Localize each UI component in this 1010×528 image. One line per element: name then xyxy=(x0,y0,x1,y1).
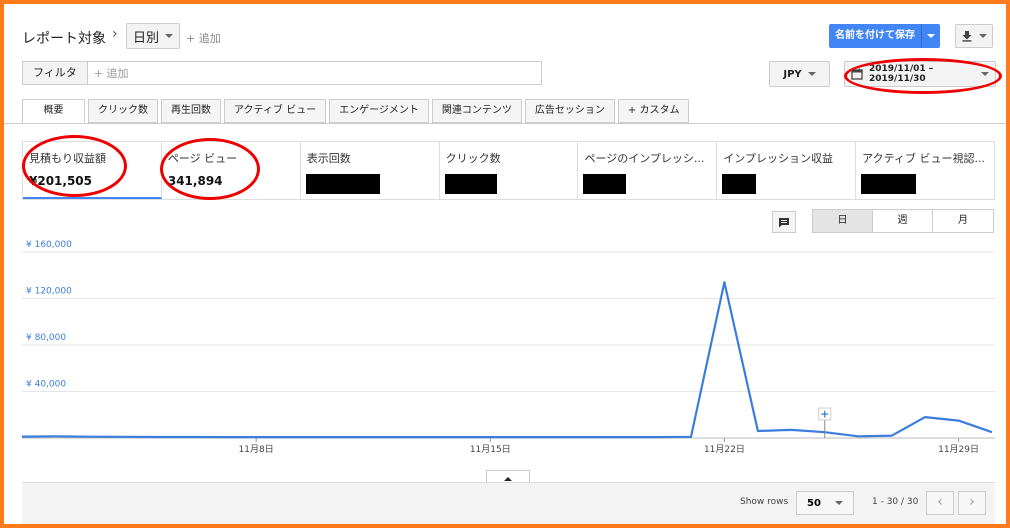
earnings-line-chart[interactable]: ¥ 40,000 ¥ 80,000 ¥ 120,000 ¥ 160,000 11月8日 1… xyxy=(22,240,995,462)
save-options-button[interactable] xyxy=(922,24,940,48)
granularity-week-button[interactable]: 週 xyxy=(873,210,933,232)
redaction-bar xyxy=(583,174,627,194)
y-tick-label: ¥ 160,000 xyxy=(26,240,72,250)
metric-title: インプレッション収益 xyxy=(723,152,833,165)
granularity-toggle: 日 週 月 xyxy=(812,209,994,233)
collapse-chart-button[interactable] xyxy=(486,470,530,482)
breadcrumb-chevron-icon: › xyxy=(112,26,118,42)
redaction-bar xyxy=(722,174,757,194)
annotation-circle-date xyxy=(844,58,1002,94)
chevron-down-icon xyxy=(979,34,987,38)
tabs-divider xyxy=(4,123,1006,124)
annotation-circle-pageviews xyxy=(160,138,260,200)
tab-overview[interactable]: 概要 xyxy=(22,99,85,123)
tab-matched-content[interactable]: 関連コンテンツ xyxy=(431,99,522,123)
pagination-range: 1 - 30 / 30 xyxy=(872,497,919,507)
y-tick-label: ¥ 120,000 xyxy=(26,287,72,297)
chevron-down-icon xyxy=(927,34,935,38)
filter-label: フィルタ xyxy=(23,62,88,84)
chevron-right-icon: › xyxy=(969,494,975,510)
prev-page-button[interactable]: ‹ xyxy=(926,491,954,515)
comment-icon xyxy=(779,217,789,227)
x-tick-label: 11月22日 xyxy=(704,444,745,455)
redaction-bar xyxy=(861,174,917,194)
redaction-bar xyxy=(444,174,497,194)
grouping-dropdown[interactable]: 日別 xyxy=(126,23,181,49)
tab-ad-sessions[interactable]: 広告セッション xyxy=(524,99,615,123)
show-rows-label: Show rows xyxy=(740,497,789,507)
rows-per-page-select[interactable]: 50 xyxy=(796,491,854,515)
metric-card-active-view[interactable]: アクティブ ビュー視認... xyxy=(856,142,994,199)
chevron-down-icon xyxy=(807,72,816,76)
y-tick-label: ¥ 40,000 xyxy=(26,380,66,390)
tab-engagement[interactable]: エンゲージメント xyxy=(329,99,429,123)
x-tick-label: 11月29日 xyxy=(938,444,979,455)
save-as-button[interactable]: 名前を付けて保存 xyxy=(829,24,922,48)
metric-card-impressions[interactable]: 表示回数 xyxy=(301,142,440,199)
filter-input[interactable]: + 追加 xyxy=(88,65,129,81)
add-dimension-link[interactable]: + 追加 xyxy=(186,30,221,46)
add-annotation-icon: + xyxy=(820,408,829,421)
save-as-button-group: 名前を付けて保存 xyxy=(829,24,940,48)
chevron-left-icon: ‹ xyxy=(937,494,943,510)
x-tick-label: 11月15日 xyxy=(470,444,511,455)
tab-active-view[interactable]: アクティブ ビュー xyxy=(224,99,327,123)
currency-value: JPY xyxy=(783,68,802,80)
chevron-down-icon xyxy=(165,34,174,38)
tab-custom[interactable]: + カスタム xyxy=(617,99,690,123)
granularity-day-button[interactable]: 日 xyxy=(813,210,873,232)
granularity-month-button[interactable]: 月 xyxy=(933,210,993,232)
metric-card-clicks[interactable]: クリック数 xyxy=(440,142,579,199)
report-tabs: 概要 クリック数 再生回数 アクティブ ビュー エンゲージメント 関連コンテンツ… xyxy=(22,99,690,123)
series-line xyxy=(22,281,993,439)
metric-card-page-impressions[interactable]: ページのインプレッシ... xyxy=(578,142,718,199)
currency-dropdown[interactable]: JPY xyxy=(769,61,830,87)
download-icon xyxy=(962,31,972,42)
tab-clicks[interactable]: クリック数 xyxy=(88,99,158,123)
tab-views[interactable]: 再生回数 xyxy=(161,99,221,123)
next-page-button[interactable]: › xyxy=(958,491,986,515)
metric-title: クリック数 xyxy=(445,152,501,165)
report-target-label: レポート対象 xyxy=(22,31,106,47)
filter-bar[interactable]: フィルタ + 追加 xyxy=(22,61,542,85)
metric-title: 表示回数 xyxy=(306,152,351,165)
metric-title: アクティブ ビュー視認... xyxy=(862,152,985,165)
download-button[interactable] xyxy=(955,24,993,48)
y-tick-label: ¥ 80,000 xyxy=(26,333,66,343)
annotation-circle-earnings xyxy=(22,135,127,197)
annotation-button[interactable] xyxy=(772,211,796,233)
redaction-bar xyxy=(305,174,380,194)
table-footer: Show rows 50 1 - 30 / 30 ‹ › xyxy=(22,482,995,524)
grouping-value: 日別 xyxy=(133,30,160,46)
x-tick-label: 11月8日 xyxy=(239,444,274,455)
chevron-down-icon xyxy=(834,501,843,505)
metric-title: ページのインプレッシ... xyxy=(584,152,705,165)
rows-per-page-value: 50 xyxy=(807,497,821,509)
report-page: レポート対象 › 日別 + 追加 名前を付けて保存 フィルタ + 追加 JPY … xyxy=(4,4,1006,524)
metric-card-impression-revenue[interactable]: インプレッション収益 xyxy=(717,142,857,199)
